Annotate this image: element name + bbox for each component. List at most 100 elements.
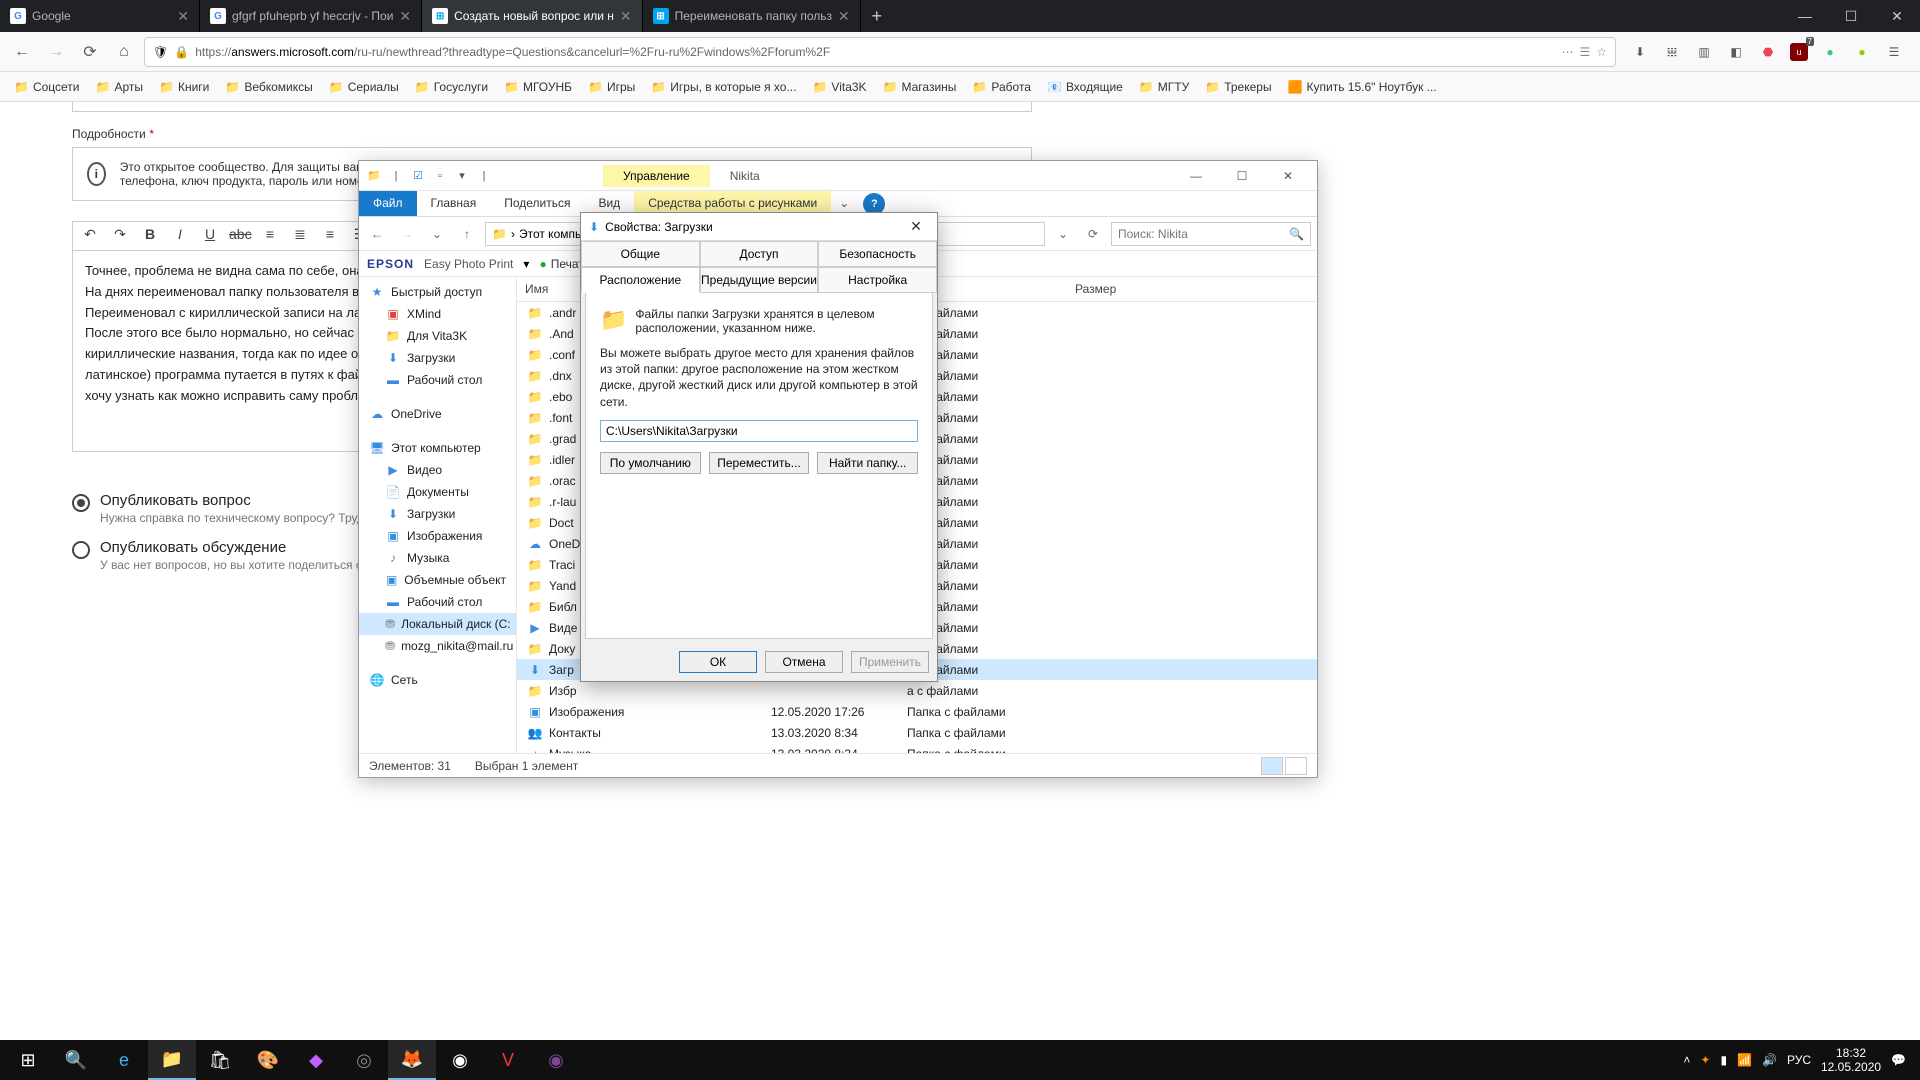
props-tab[interactable]: Общие bbox=[581, 241, 700, 267]
qat-item-icon[interactable]: ▫ bbox=[431, 167, 449, 185]
back-button[interactable]: ← bbox=[8, 38, 36, 66]
sidebar-item[interactable]: 📁Для Vita3K bbox=[359, 325, 516, 347]
bookmark-item[interactable]: 📁Трекеры bbox=[1199, 77, 1277, 97]
explorer-taskbar-icon[interactable]: 📁 bbox=[148, 1040, 196, 1080]
file-row[interactable]: 📁Избра с файлами bbox=[517, 680, 1317, 701]
align-right-icon[interactable]: ≡ bbox=[319, 226, 341, 246]
ribbon-home[interactable]: Главная bbox=[417, 191, 491, 216]
bold-icon[interactable]: B bbox=[139, 226, 161, 246]
maximize-button[interactable]: ☐ bbox=[1219, 161, 1265, 191]
tab-close-icon[interactable]: ✕ bbox=[620, 8, 632, 25]
containers-icon[interactable]: ◧ bbox=[1726, 42, 1746, 62]
tray-network-icon[interactable]: 📶 bbox=[1737, 1053, 1752, 1067]
bookmark-star-icon[interactable]: ☆ bbox=[1596, 45, 1607, 59]
more-icon[interactable]: ⋯ bbox=[1561, 45, 1573, 59]
sidebar-item[interactable]: ▣Объемные объект bbox=[359, 569, 516, 591]
close-button[interactable]: ✕ bbox=[1265, 161, 1311, 191]
file-row[interactable]: 👥Контакты13.03.2020 8:34Папка с файлами bbox=[517, 722, 1317, 743]
browser-tab[interactable]: ⊞Создать новый вопрос или н✕ bbox=[422, 0, 642, 32]
location-input[interactable] bbox=[600, 420, 918, 442]
view-large-icon[interactable] bbox=[1285, 757, 1307, 775]
view-details-icon[interactable] bbox=[1261, 757, 1283, 775]
tray-battery-icon[interactable]: ▮ bbox=[1720, 1053, 1727, 1067]
strike-icon[interactable]: abc bbox=[229, 226, 251, 246]
nav-back-icon[interactable]: ← bbox=[365, 222, 389, 246]
reload-button[interactable]: ⟳ bbox=[76, 38, 104, 66]
move-button[interactable]: Переместить... bbox=[709, 452, 810, 474]
tray-volume-icon[interactable]: 🔊 bbox=[1762, 1053, 1777, 1067]
nav-recent-icon[interactable]: ⌄ bbox=[425, 222, 449, 246]
sidebar-item[interactable]: ▶Видео bbox=[359, 459, 516, 481]
bookmark-item[interactable]: 📁Арты bbox=[90, 77, 150, 97]
vivaldi-icon[interactable]: V bbox=[484, 1040, 532, 1080]
props-tab[interactable]: Настройка bbox=[818, 267, 937, 293]
bookmark-item[interactable]: 📁Госуслуги bbox=[409, 77, 494, 97]
downloads-icon[interactable]: ⬇ bbox=[1630, 42, 1650, 62]
find-folder-button[interactable]: Найти папку... bbox=[817, 452, 918, 474]
browser-tab[interactable]: Ggfgrf pfuheprb yf heccrjv - Пои✕ bbox=[200, 0, 422, 32]
window-max-button[interactable]: ☐ bbox=[1828, 0, 1874, 32]
bookmark-item[interactable]: 📁Вебкомиксы bbox=[219, 77, 318, 97]
browser-tab[interactable]: ⊞Переименовать папку польз✕ bbox=[643, 0, 861, 32]
bookmark-item[interactable]: 📁Книги bbox=[153, 77, 215, 97]
props-tab[interactable]: Доступ bbox=[700, 241, 819, 267]
extension-icon[interactable]: ● bbox=[1820, 42, 1840, 62]
store-icon[interactable]: 🛍 bbox=[196, 1040, 244, 1080]
sidebar-item[interactable]: ♪Музыка bbox=[359, 547, 516, 569]
sidebar-item[interactable]: ⬇Загрузки bbox=[359, 503, 516, 525]
start-button[interactable]: ⊞ bbox=[4, 1040, 52, 1080]
address-bar[interactable]: 🛡 🔒 https://answers.microsoft.com/ru-ru/… bbox=[144, 37, 1616, 67]
underline-icon[interactable]: U bbox=[199, 226, 221, 246]
align-center-icon[interactable]: ≣ bbox=[289, 226, 311, 246]
tray-app-icon[interactable]: ✦ bbox=[1700, 1053, 1710, 1067]
bookmark-item[interactable]: 📁Сериалы bbox=[323, 77, 405, 97]
nav-up-icon[interactable]: ↑ bbox=[455, 222, 479, 246]
sidebar-icon[interactable]: ▥ bbox=[1694, 42, 1714, 62]
browser-tab[interactable]: GGoogle✕ bbox=[0, 0, 200, 32]
bookmark-item[interactable]: 📁Магазины bbox=[877, 77, 963, 97]
bookmark-item[interactable]: 📁МГОУНБ bbox=[498, 77, 578, 97]
props-close-button[interactable]: ✕ bbox=[903, 218, 929, 235]
sidebar-item[interactable]: ⛃Локальный диск (C: bbox=[359, 613, 516, 635]
context-tab[interactable]: Управление bbox=[603, 165, 710, 187]
sidebar-item[interactable]: ⬇Загрузки bbox=[359, 347, 516, 369]
chrome-icon[interactable]: ◉ bbox=[436, 1040, 484, 1080]
restore-default-button[interactable]: По умолчанию bbox=[600, 452, 701, 474]
minimize-button[interactable]: — bbox=[1173, 161, 1219, 191]
sidebar-item[interactable]: ★Быстрый доступ bbox=[359, 281, 516, 303]
props-tab[interactable]: Предыдущие версии bbox=[700, 267, 819, 293]
edge-icon[interactable]: e bbox=[100, 1040, 148, 1080]
tor-icon[interactable]: ◉ bbox=[532, 1040, 580, 1080]
sidebar-item[interactable]: 📄Документы bbox=[359, 481, 516, 503]
home-button[interactable]: ⌂ bbox=[110, 38, 138, 66]
bookmark-item[interactable]: 🟧Купить 15.6" Ноутбук ... bbox=[1282, 77, 1443, 97]
menu-icon[interactable]: ☰ bbox=[1884, 42, 1904, 62]
qat-dropdown-icon[interactable]: ▾ bbox=[453, 167, 471, 185]
sidebar-item[interactable]: ▣Изображения bbox=[359, 525, 516, 547]
col-size[interactable]: Размер bbox=[1067, 277, 1317, 301]
qat-checkbox-icon[interactable]: ☑ bbox=[409, 167, 427, 185]
explorer-titlebar[interactable]: 📁 | ☑ ▫ ▾ | Управление Nikita — ☐ ✕ bbox=[359, 161, 1317, 191]
ok-button[interactable]: ОК bbox=[679, 651, 757, 673]
sidebar-item[interactable]: ☁OneDrive bbox=[359, 403, 516, 425]
bookmark-item[interactable]: 📁Vita3K bbox=[806, 77, 872, 97]
search-button[interactable]: 🔍 bbox=[52, 1040, 100, 1080]
bookmark-item[interactable]: 📧Входящие bbox=[1041, 77, 1129, 97]
extension2-icon[interactable]: ● bbox=[1852, 42, 1872, 62]
sidebar-item[interactable]: ▬Рабочий стол bbox=[359, 369, 516, 391]
bookmark-item[interactable]: 📁Игры bbox=[582, 77, 641, 97]
bookmark-item[interactable]: 📁Соцсети bbox=[8, 77, 86, 97]
vendor-dropdown-icon[interactable]: ▾ bbox=[523, 257, 529, 271]
undo-icon[interactable]: ↶ bbox=[79, 226, 101, 246]
italic-icon[interactable]: I bbox=[169, 226, 191, 246]
refresh-icon[interactable]: ⟳ bbox=[1081, 227, 1105, 241]
app2-icon[interactable]: ◎ bbox=[340, 1040, 388, 1080]
window-min-button[interactable]: — bbox=[1782, 0, 1828, 32]
tray-lang[interactable]: РУС bbox=[1787, 1053, 1811, 1067]
bookmark-item[interactable]: 📁Работа bbox=[966, 77, 1037, 97]
window-close-button[interactable]: ✕ bbox=[1874, 0, 1920, 32]
file-row[interactable]: ♪Музыка13.03.2020 8:34Папка с файлами bbox=[517, 743, 1317, 753]
file-row[interactable]: ▣Изображения12.05.2020 17:26Папка с файл… bbox=[517, 701, 1317, 722]
tray-chevron-icon[interactable]: ˄ bbox=[1683, 1053, 1690, 1067]
firefox-icon[interactable]: 🦊 bbox=[388, 1040, 436, 1080]
